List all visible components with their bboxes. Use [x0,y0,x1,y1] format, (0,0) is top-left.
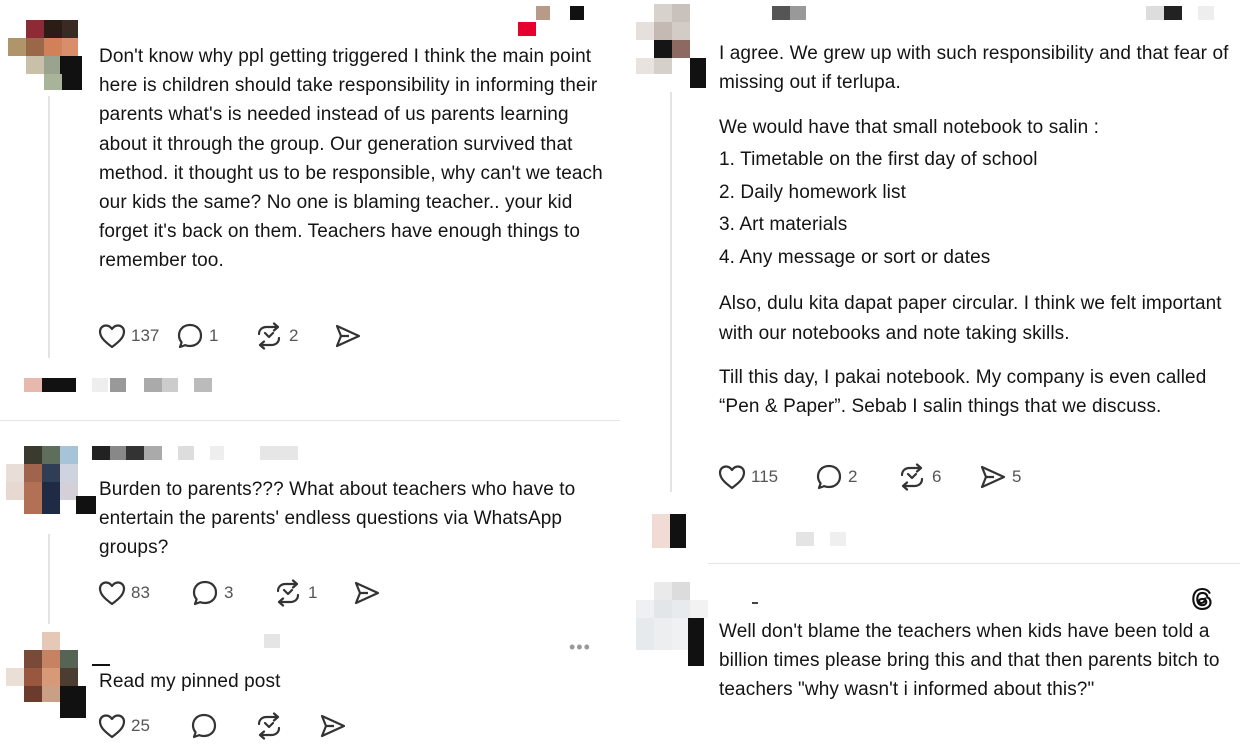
list-item: 3. Art materials [719,214,848,236]
comment-bubble-icon [816,464,842,490]
repost-count: 2 [289,326,299,345]
thread-connector-line [48,96,50,358]
thread-connector-line [48,534,50,624]
post-actions-bar: 25 [98,711,347,741]
post-body-text: Read my pinned post [99,671,281,692]
post-paragraph: Till this day, I pakai notebook. My comp… [719,366,1207,418]
share-button[interactable] [319,713,347,739]
more-options-button[interactable]: ••• [569,637,591,658]
post-body-text: Well don't blame the teachers when kids … [719,621,1220,701]
send-icon [335,324,361,348]
like-button[interactable]: 115 [718,464,815,490]
list-item: 1. Timetable on the first day of school [719,149,1038,171]
like-count: 25 [131,716,150,735]
like-button[interactable]: 83 [98,580,191,606]
reply-count: 2 [848,467,858,486]
redacted-reply-bar [652,514,852,548]
like-button[interactable]: 137 [98,323,176,349]
post-body-text: I agree. We grew up with such responsibi… [719,39,1229,421]
post-body-text: Don't know why ppl getting triggered I t… [99,46,603,272]
post-actions-bar: 137 1 2 [98,321,362,351]
like-button[interactable]: 25 [98,713,190,739]
reply-button[interactable]: 2 [815,463,897,491]
heart-icon [98,714,126,739]
reply-button[interactable] [190,712,254,740]
share-button[interactable]: 5 [979,464,1021,490]
post-paragraph: I agree. We grew up with such responsibi… [719,43,1229,94]
reply-count: 3 [224,583,234,602]
avatar[interactable] [636,582,708,666]
threads-logo-icon [1192,587,1212,611]
heart-icon [98,324,126,349]
repost-count: 6 [932,467,942,486]
redacted-header [92,446,302,460]
list-item: 2. Daily homework list [719,181,906,203]
repost-button[interactable]: 6 [897,463,979,491]
redacted-reply-bar [24,378,214,392]
repost-icon [276,579,300,607]
reply-button[interactable]: 1 [176,322,254,350]
repost-button[interactable]: 1 [273,579,353,607]
post-actions-bar: 83 3 1 [98,578,381,608]
post-divider [708,563,1240,564]
avatar[interactable] [6,446,96,518]
repost-button[interactable] [254,712,319,740]
share-button[interactable] [334,323,362,349]
repost-icon [257,322,281,350]
comment-bubble-icon [191,713,217,739]
comment-bubble-icon [192,580,218,606]
post-actions-bar: 115 2 6 5 [718,462,1021,492]
avatar[interactable] [636,4,708,88]
like-count: 137 [131,326,160,345]
repost-icon [257,712,281,740]
list-item: 4. Any message or sort or dates [719,246,991,268]
like-count: 83 [131,583,150,602]
like-count: 115 [751,467,779,486]
reply-button[interactable]: 3 [191,579,273,607]
send-icon [320,714,346,738]
send-icon [354,581,380,605]
repost-button[interactable]: 2 [254,322,334,350]
right-screenshot-panel: I agree. We grew up with such responsibi… [628,0,1240,744]
post-paragraph: Also, dulu kita dapat paper circular. I … [719,293,1222,344]
avatar[interactable] [6,632,86,718]
repost-icon [900,463,924,491]
share-count: 5 [1012,467,1022,486]
heart-icon [98,581,126,606]
comment-bubble-icon [177,323,203,349]
repost-count: 1 [308,583,318,602]
avatar[interactable] [6,20,82,92]
send-icon [980,465,1006,489]
post-divider [0,420,620,421]
share-button[interactable] [353,580,381,606]
reply-count: 1 [209,326,219,345]
list-intro: We would have that small notebook to sal… [719,117,1100,139]
post-body-text: Burden to parents??? What about teachers… [99,479,576,559]
panel-gap [620,0,628,744]
heart-icon [718,465,746,490]
thread-connector-line [670,92,672,492]
left-screenshot-panel: Don't know why ppl getting triggered I t… [0,0,620,744]
